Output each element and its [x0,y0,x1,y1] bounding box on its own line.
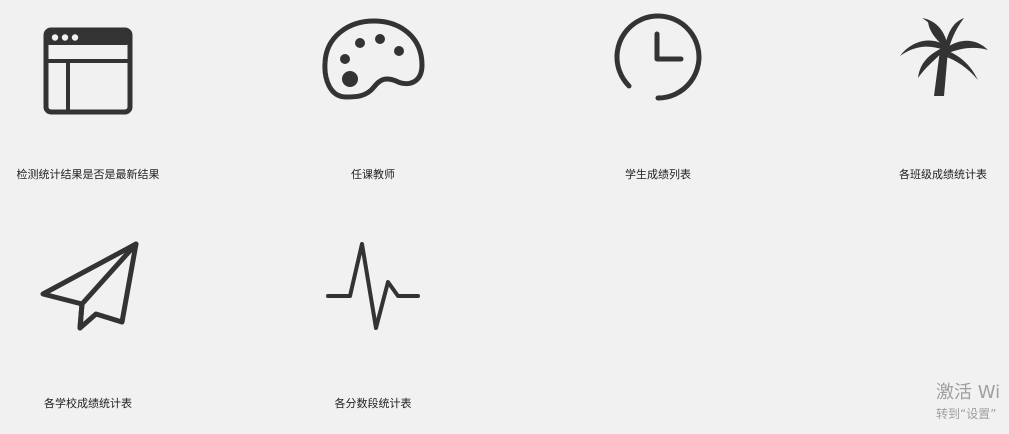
tile-label: 任课教师 [351,168,395,181]
tile-label: 各分数段统计表 [334,397,412,410]
tile-label: 学生成绩列表 [625,168,691,181]
watermark-subtitle: 转到“设置” [936,407,997,421]
tile-label: 检测统计结果是否是最新结果 [16,168,160,181]
browser-window-icon [43,27,133,115]
paper-plane-icon [38,240,140,332]
clock-icon [613,12,703,102]
palette-icon [322,17,426,105]
tile-score-range-stats[interactable]: 各分数段统计表 [300,236,446,416]
tile-class-grade-stats[interactable]: 各班级成绩统计表 [880,10,1006,190]
tile-teachers[interactable]: 任课教师 [300,10,446,190]
tile-label: 各班级成绩统计表 [899,168,987,181]
tile-student-grades-list[interactable]: 学生成绩列表 [585,10,731,190]
tile-label: 各学校成绩统计表 [44,397,132,410]
activation-watermark: 激活 Wi 转到“设置” [936,381,1009,423]
tile-school-grade-stats[interactable]: 各学校成绩统计表 [20,236,156,416]
tile-check-latest-results[interactable]: 检测统计结果是否是最新结果 [0,10,176,190]
palm-tree-icon [898,16,990,98]
dashboard-page: 检测统计结果是否是最新结果 任课教师 学生成绩列表 各班级成绩统计表 各学校成绩… [0,0,1009,434]
watermark-title: 激活 Wi [936,382,1001,403]
pulse-icon [326,240,420,332]
